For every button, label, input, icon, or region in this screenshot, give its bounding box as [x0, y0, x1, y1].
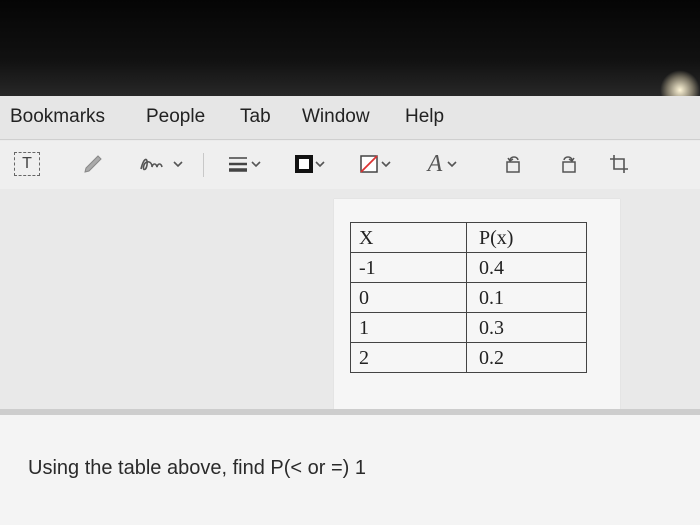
chevron-down-icon — [315, 161, 325, 168]
cell-x: 0 — [350, 282, 467, 313]
cell-px: 0.2 — [466, 342, 587, 373]
menu-bar: Bookmarks People Tab Window Help — [0, 96, 700, 140]
document-area: X P(x) -1 0.4 0 0.1 1 0.3 2 0.2 — [0, 189, 700, 409]
rotate-right-button[interactable] — [556, 149, 582, 179]
toolbar-divider — [203, 153, 204, 177]
header-px: P(x) — [466, 222, 587, 253]
menu-tab[interactable]: Tab — [240, 106, 271, 128]
table-row: 1 0.3 — [350, 312, 587, 343]
chevron-down-icon — [447, 161, 457, 168]
table-row: 2 0.2 — [350, 342, 587, 373]
table-image: X P(x) -1 0.4 0 0.1 1 0.3 2 0.2 — [334, 199, 620, 409]
crop-icon — [610, 155, 628, 173]
pen-icon — [84, 155, 102, 173]
rotate-right-icon — [562, 156, 576, 173]
border-square-icon — [295, 155, 313, 173]
rotate-left-icon — [506, 156, 520, 173]
cell-x: -1 — [350, 252, 467, 283]
question-area: Using the table above, find P(< or =) 1 — [0, 415, 700, 525]
font-icon: A — [427, 150, 443, 177]
menu-bookmarks[interactable]: Bookmarks — [10, 106, 105, 128]
screen: Bookmarks People Tab Window Help T A X P… — [0, 96, 700, 525]
question-text: Using the table above, find P(< or =) 1 — [28, 457, 366, 479]
menu-people[interactable]: People — [146, 106, 205, 128]
cell-px: 0.3 — [466, 312, 587, 343]
fill-color-button[interactable] — [352, 149, 398, 179]
border-color-button[interactable] — [288, 149, 332, 179]
lines-icon — [229, 157, 247, 172]
font-style-button[interactable]: A — [420, 149, 466, 179]
pen-tool-button[interactable] — [80, 149, 106, 179]
fill-none-icon — [360, 155, 378, 173]
rotate-left-button[interactable] — [500, 149, 526, 179]
chevron-down-icon — [251, 161, 261, 168]
chevron-down-icon — [173, 161, 183, 168]
markup-toolbar: T A — [0, 141, 700, 189]
header-x: X — [350, 222, 467, 253]
menu-window[interactable]: Window — [302, 106, 370, 128]
crop-button[interactable] — [606, 149, 632, 179]
signature-tool-button[interactable] — [134, 149, 188, 179]
menu-help[interactable]: Help — [405, 106, 444, 128]
cell-px: 0.4 — [466, 252, 587, 283]
text-tool-button[interactable]: T — [12, 149, 42, 179]
cell-x: 2 — [350, 342, 467, 373]
signature-icon — [140, 158, 163, 171]
chevron-down-icon — [381, 161, 391, 168]
line-style-button[interactable] — [220, 149, 268, 179]
monitor-bezel — [0, 0, 700, 110]
table-header-row: X P(x) — [350, 222, 587, 253]
probability-table: X P(x) -1 0.4 0 0.1 1 0.3 2 0.2 — [350, 222, 587, 373]
table-row: 0 0.1 — [350, 282, 587, 313]
cell-px: 0.1 — [466, 282, 587, 313]
table-row: -1 0.4 — [350, 252, 587, 283]
cell-x: 1 — [350, 312, 467, 343]
text-tool-icon: T — [14, 152, 40, 176]
